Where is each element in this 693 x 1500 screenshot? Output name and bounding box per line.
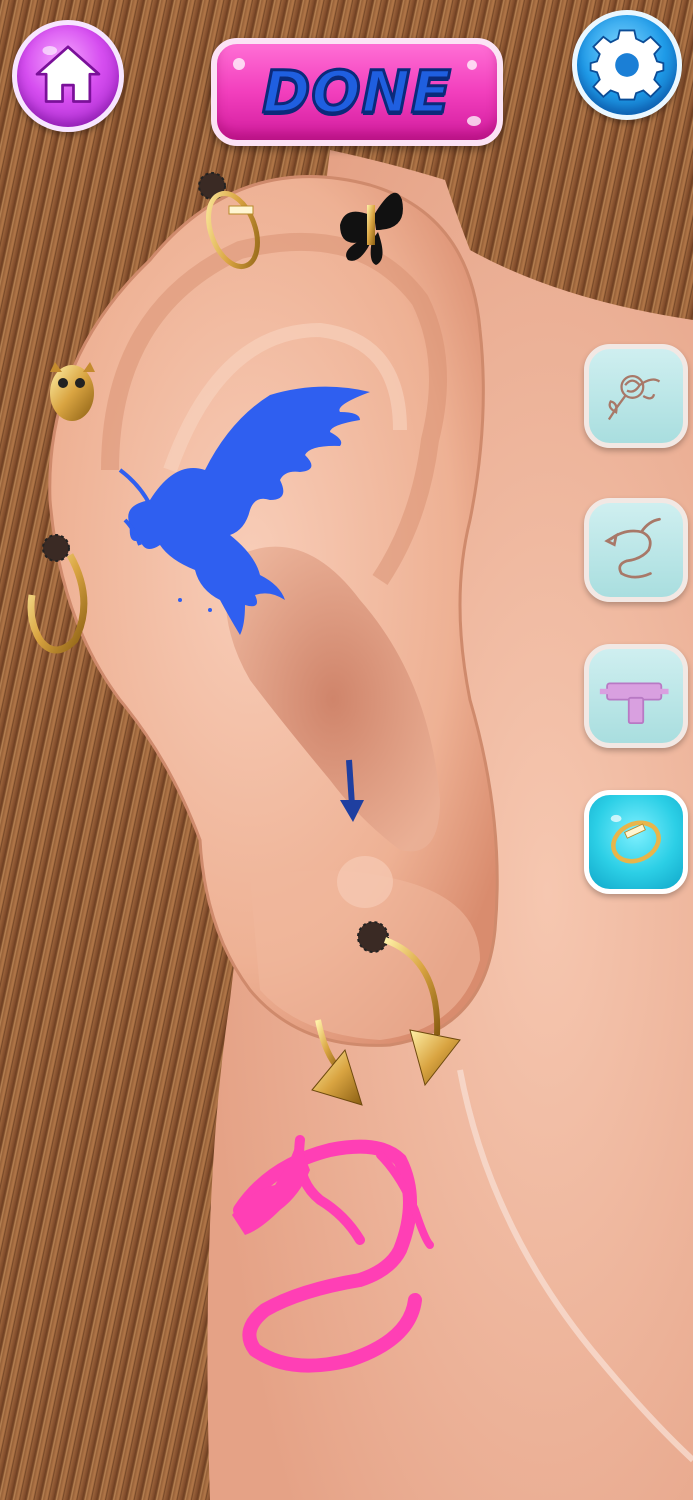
piercing-gun-icon <box>599 682 669 725</box>
rose-tattoo-icon <box>607 374 661 421</box>
tool-hoop-ring-button[interactable] <box>584 790 688 894</box>
done-button[interactable]: DONE <box>211 38 503 146</box>
home-icon <box>35 45 101 103</box>
ear-scene <box>0 0 693 1500</box>
tool-rose-tattoo-button[interactable] <box>584 344 688 448</box>
tool-piercing-gun-button[interactable] <box>584 644 688 748</box>
home-button[interactable] <box>12 20 124 132</box>
gear-icon <box>589 29 665 101</box>
ring-icon <box>610 814 661 864</box>
dragon-tattoo-icon <box>604 517 661 579</box>
done-label: DONE <box>261 57 453 128</box>
settings-button[interactable] <box>572 10 682 120</box>
tool-dragon-tattoo-button[interactable] <box>584 498 688 602</box>
